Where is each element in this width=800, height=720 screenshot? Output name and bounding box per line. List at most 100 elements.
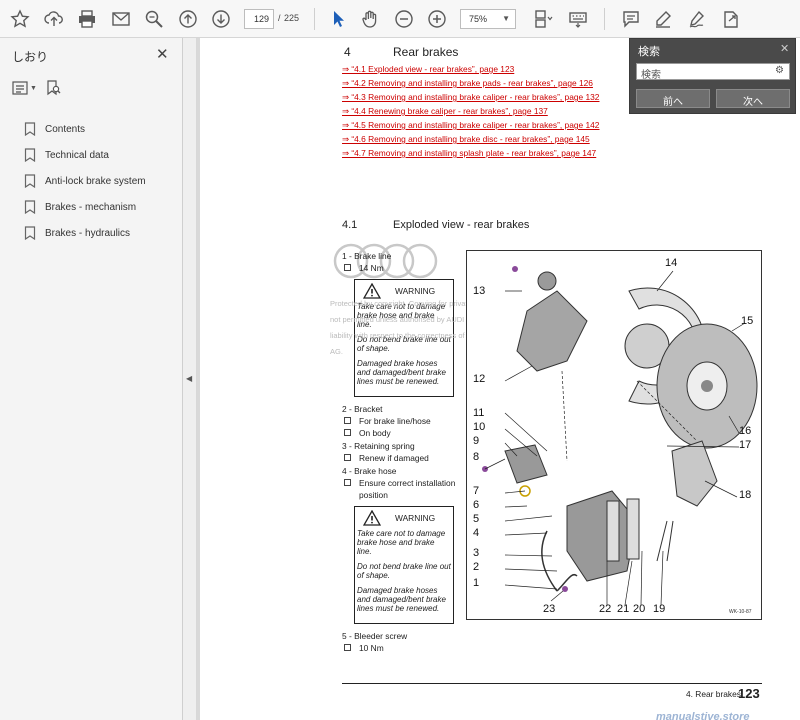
part-detail-text: 14 Nm xyxy=(359,263,384,273)
figure-label: 3 xyxy=(473,547,480,559)
part-title: 4 - Brake hose xyxy=(342,466,397,476)
warning-label: WARNING xyxy=(395,513,436,523)
bookmarks-panel: しおり ✕ ▼ Contents Technical data Anti-loc… xyxy=(0,38,183,720)
warning-text: Do not bend brake line out of shape. xyxy=(357,562,451,580)
section-number: 4 xyxy=(344,45,351,59)
find-prev-button[interactable]: 前へ xyxy=(636,89,710,108)
zoom-select[interactable]: 75% ▼ xyxy=(460,9,516,29)
chevron-down-icon: ▼ xyxy=(502,14,510,23)
bookmark-list: Contents Technical data Anti-lock brake … xyxy=(24,116,146,246)
search-zoom-icon[interactable] xyxy=(142,7,166,31)
warning-box: WARNING Take care not to damage brake ho… xyxy=(354,506,454,624)
highlight-pen-icon[interactable] xyxy=(651,7,675,31)
close-icon[interactable]: ✕ xyxy=(156,45,169,63)
link-exploded-view[interactable]: ⇒ “4.1 Exploded view - rear brakes”, pag… xyxy=(342,64,604,74)
bookmark-icon xyxy=(24,200,36,214)
gear-icon[interactable]: ⚙ xyxy=(775,65,784,76)
keyboard-icon[interactable] xyxy=(566,7,590,31)
find-next-button[interactable]: 次へ xyxy=(716,89,790,108)
figure-label: 4 xyxy=(473,527,480,539)
share-icon[interactable] xyxy=(719,7,743,31)
hand-icon[interactable] xyxy=(358,7,382,31)
warning-text: Damaged brake hoses and damaged/bent bra… xyxy=(357,359,446,386)
figure-label: 23 xyxy=(543,603,556,615)
bookmark-label: Anti-lock brake system xyxy=(45,175,146,187)
link-splash-plate[interactable]: ⇒ “4.7 Removing and installing splash pl… xyxy=(342,148,604,158)
zoom-value: 75% xyxy=(469,14,488,24)
link-brake-pads[interactable]: ⇒ “4.2 Removing and installing brake pad… xyxy=(342,78,604,88)
bookmark-tools: ▼ xyxy=(12,80,61,96)
add-bookmark-button[interactable] xyxy=(45,80,61,96)
figure-label: 2 xyxy=(473,561,480,573)
panel-title: しおり xyxy=(12,50,49,64)
figure-label: 16 xyxy=(739,425,752,437)
bookmark-label: Brakes - hydraulics xyxy=(45,227,131,239)
bookmark-item-anti-lock[interactable]: Anti-lock brake system xyxy=(24,168,146,194)
link-brake-caliper[interactable]: ⇒ “4.3 Removing and installing brake cal… xyxy=(342,92,604,102)
figure-code: WK-10-87 xyxy=(729,609,752,615)
bookmark-search-icon xyxy=(47,80,61,96)
figure-label: 8 xyxy=(473,451,480,463)
close-icon[interactable]: ✕ xyxy=(780,42,789,55)
figure-label: 12 xyxy=(473,373,486,385)
zoom-in-icon[interactable] xyxy=(425,7,449,31)
toolbar-divider xyxy=(604,8,605,30)
part-detail: On body xyxy=(342,427,460,439)
part-title: 2 - Bracket xyxy=(342,404,383,414)
list-options-icon xyxy=(12,81,28,95)
page-up-icon[interactable] xyxy=(176,7,200,31)
find-input[interactable]: 検索 ⚙ xyxy=(636,63,790,81)
warning-text: Damaged brake hoses and damaged/bent bra… xyxy=(357,586,446,613)
bookmark-item-technical-data[interactable]: Technical data xyxy=(24,142,146,168)
link-caliper-remove[interactable]: ⇒ “4.5 Removing and installing brake cal… xyxy=(342,120,604,130)
bookmark-item-brakes-mechanism[interactable]: Brakes - mechanism xyxy=(24,194,146,220)
page-down-icon[interactable] xyxy=(209,7,233,31)
warning-text: Take care not to damage brake hose and b… xyxy=(357,529,446,556)
email-icon[interactable] xyxy=(109,7,133,31)
figure-label: 17 xyxy=(739,439,752,451)
sign-icon[interactable] xyxy=(685,7,709,31)
figure-label: 15 xyxy=(741,315,754,327)
bookmark-icon xyxy=(24,226,36,240)
document-page: 4 Rear brakes ⇒ “4.1 Exploded view - rea… xyxy=(200,38,800,720)
link-renewing-caliper[interactable]: ⇒ “4.4 Renewing brake caliper - rear bra… xyxy=(342,106,604,116)
figure-label: 20 xyxy=(633,603,646,615)
page-total: 225 xyxy=(284,13,300,23)
figure-label: 9 xyxy=(473,435,480,447)
link-brake-disc[interactable]: ⇒ “4.6 Removing and installing brake dis… xyxy=(342,134,604,144)
comment-icon[interactable] xyxy=(619,7,643,31)
figure-label: 5 xyxy=(473,513,480,525)
zoom-out-icon[interactable] xyxy=(392,7,416,31)
print-icon[interactable] xyxy=(75,7,99,31)
checkbox-glyph xyxy=(344,429,351,436)
figure-label: 19 xyxy=(653,603,666,615)
part-title: 5 - Bleeder screw xyxy=(342,631,408,641)
part-detail-text: On body xyxy=(359,428,391,438)
figure-label: 14 xyxy=(665,257,678,269)
bookmark-label: Technical data xyxy=(45,149,109,161)
document-viewport: 4 Rear brakes ⇒ “4.1 Exploded view - rea… xyxy=(197,38,800,720)
checkbox-glyph xyxy=(344,454,351,461)
page-number-input[interactable]: 129 xyxy=(244,9,274,29)
bookmark-item-contents[interactable]: Contents xyxy=(24,116,146,142)
upload-icon[interactable] xyxy=(42,7,66,31)
section-title: Rear brakes xyxy=(393,45,459,59)
page-separator: / xyxy=(278,13,281,23)
page-layout-icon[interactable] xyxy=(531,7,555,31)
figure-label: 13 xyxy=(473,285,486,297)
figure-label: 7 xyxy=(473,485,480,497)
panel-collapse-handle[interactable]: ◀ xyxy=(183,38,197,720)
bookmark-options-button[interactable]: ▼ xyxy=(12,80,37,96)
checkbox-glyph xyxy=(344,644,351,651)
chevron-left-icon: ◀ xyxy=(186,374,193,383)
warning-triangle-icon xyxy=(363,510,381,526)
part-detail-text: Ensure correct installation position xyxy=(359,478,456,500)
bookmark-star-icon[interactable] xyxy=(8,7,32,31)
bookmark-item-brakes-hydraulics[interactable]: Brakes - hydraulics xyxy=(24,220,146,246)
figure-label: 18 xyxy=(739,489,752,501)
brake-assembly-drawing xyxy=(482,266,758,606)
figure-label: 6 xyxy=(473,499,480,511)
select-cursor-icon[interactable] xyxy=(326,7,350,31)
toolbar: 129 / 225 75% ▼ xyxy=(0,0,800,38)
exploded-view-figure: 13 14 15 12 16 17 11 10 9 8 7 6 5 4 3 2 … xyxy=(466,250,762,620)
